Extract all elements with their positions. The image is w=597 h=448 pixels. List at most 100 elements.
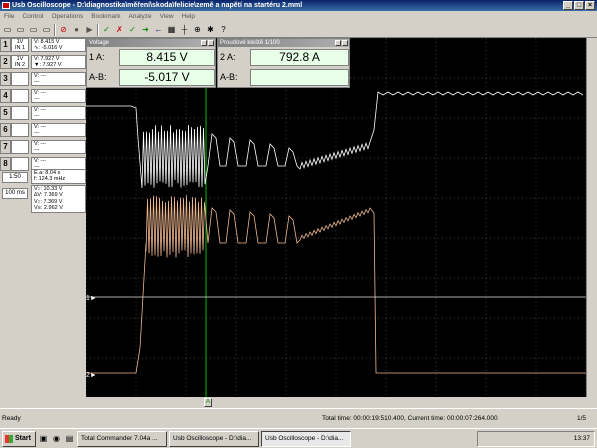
meter-close-button[interactable] [208,40,214,46]
channel-value-2: ∿: -5.016 V [34,45,85,51]
green-check-icon[interactable]: ✓ [127,24,138,35]
menu-control[interactable]: Control [18,11,47,22]
channel-row-1[interactable]: 1 1V IN 1 V: 8.415 V ∿: -5.016 V [0,38,86,52]
channel-value-2: --- [34,79,85,85]
start-button[interactable]: Start [2,431,36,447]
cursor-a-scroll-marker[interactable]: A [204,398,212,407]
channel-input-box[interactable] [11,89,29,103]
channel-values: V: --- --- [31,140,86,154]
menu-analyze[interactable]: Analyze [125,11,156,22]
current-meter-window[interactable]: Proudové kleště 1/100 2 A: 792.8 A A-B: [217,38,350,88]
voltage-meter-titlebar[interactable]: Voltage [87,39,215,47]
quicklaunch-browser-icon[interactable]: ◉ [51,433,62,444]
channel-input: IN 1 [12,45,28,51]
channel-number[interactable]: 2 [0,55,11,69]
menu-help[interactable]: Help [178,11,199,22]
channel-number[interactable]: 8 [0,157,11,171]
stop-icon[interactable]: ⊘ [58,24,69,35]
maximize-button[interactable]: □ [574,1,584,10]
waveform-canvas[interactable]: 1► 2► [86,38,586,397]
arrow-right-icon[interactable]: ➜ [140,24,151,35]
channel-input-box[interactable]: 1V IN 2 [11,55,29,69]
toolbar-separator [97,24,99,36]
channel-number[interactable]: 7 [0,140,11,154]
channel-input-box[interactable] [11,157,29,171]
channel-input-box[interactable] [11,106,29,120]
print-icon[interactable]: ▭ [41,24,52,35]
channel-row-7[interactable]: 7 V: --- --- [0,140,86,154]
channel-value-2: --- [34,96,85,102]
check-icon[interactable]: ✓ [101,24,112,35]
channel-number[interactable]: 6 [0,123,11,137]
channel-input-box[interactable] [11,140,29,154]
channel-row-2[interactable]: 2 1V IN 2 V: 7.927 V ▼: 7.927 V [0,55,86,69]
channel-input-box[interactable]: 1V IN 1 [11,38,29,52]
channel-row-5[interactable]: 5 V: --- --- [0,106,86,120]
play-icon[interactable]: ▶ [84,24,95,35]
voltage-meter-channel: 1 A: [89,51,105,64]
taskbar-item-oscilloscope-2[interactable]: Usb Oscilloscope - D:\dia... [261,431,351,447]
voltage-meter-window[interactable]: Voltage 1 A: 8.415 V A-B: -5.017 V [86,38,216,88]
scope-grid [86,38,586,397]
current-meter-titlebar[interactable]: Proudové kleště 1/100 [218,39,349,47]
channel-number[interactable]: 1 [0,38,11,52]
help-icon[interactable]: ? [218,24,229,35]
channel-input-box[interactable] [11,72,29,86]
open-icon[interactable]: ▭ [15,24,26,35]
toolbar: ▭ ▭ ▭ ▭ ⊘ ● ▶ ✓ ✗ ✓ ➜ ← ▦ ┼ ⊕ ✱ ? [0,22,597,38]
channel-row-4[interactable]: 4 V: --- --- [0,89,86,103]
status-text: Ready [2,415,21,422]
arrow-left-icon[interactable]: ← [153,24,164,35]
quicklaunch-desktop-icon[interactable]: ▣ [38,433,49,444]
ratio-select[interactable]: 1:50 [2,172,28,183]
horizontal-scrollbar[interactable]: A [86,397,586,408]
channel-values: V: --- --- [31,106,86,120]
voltage-ab-label: A-B: [89,71,107,84]
cursor-icon[interactable]: ┼ [179,24,190,35]
vertical-scrollbar[interactable] [586,38,597,397]
new-icon[interactable]: ▭ [2,24,13,35]
current-channel-number: 2 [220,52,225,62]
save-icon[interactable]: ▭ [28,24,39,35]
meter-minimize-button[interactable] [335,40,341,46]
voltage-meter-title: Voltage [89,40,109,46]
channel-values: V: --- --- [31,89,86,103]
channel-number[interactable]: 3 [0,72,11,86]
taskbar-item-oscilloscope-1[interactable]: Usb Oscilloscope - D:\dia... [169,431,259,447]
clock: 13:37 [574,435,590,442]
menu-bookmark[interactable]: Bookmark [87,11,124,22]
menu-file[interactable]: File [0,11,18,22]
frequency-info: Ε.a: 8.04 s f: 124.3 mHz [31,169,86,184]
system-tray: 13:37 [477,431,595,447]
channel-values: V: --- --- [31,72,86,86]
channel-values: V: 8.415 V ∿: -5.016 V [31,38,86,52]
settings-icon[interactable]: ✱ [205,24,216,35]
page-indicator: 1/5 [577,409,586,429]
channel-input-box[interactable] [11,123,29,137]
close-button[interactable]: × [585,1,595,10]
channel-number[interactable]: 4 [0,89,11,103]
meter-close-button[interactable] [342,40,348,46]
channel-row-6[interactable]: 6 V: --- --- [0,123,86,137]
menu-operations[interactable]: Operations [47,11,87,22]
voltage-info: V↕: 10.33 V ∆V: 7.369 V V↕: 7.369 V V≡: … [31,185,86,213]
taskbar-item-total-commander[interactable]: Total Commander 7.04a ... [77,431,167,447]
frequency-value: f: 124.3 mHz [34,176,85,182]
meter-minimize-button[interactable] [201,40,207,46]
timebase-select[interactable]: 100 ms [2,188,28,199]
channel-row-3[interactable]: 3 V: --- --- [0,72,86,86]
cross-icon[interactable]: ✗ [114,24,125,35]
menu-bar: File Control Operations Bookmark Analyze… [0,11,597,22]
menu-view[interactable]: View [156,11,178,22]
oscilloscope-display[interactable]: 1► 2► [86,38,586,397]
channel-input: IN 2 [12,62,28,68]
voltage-a-value: 8.415 V [119,49,215,66]
channel-value-2: --- [34,130,85,136]
channel-number[interactable]: 5 [0,106,11,120]
taskbar: Start ▣ ◉ ▤ Total Commander 7.04a ... Us… [0,428,597,448]
record-icon[interactable]: ● [71,24,82,35]
grid-icon[interactable]: ▦ [166,24,177,35]
quicklaunch-folder-icon[interactable]: ▤ [64,433,75,444]
minimize-button[interactable]: _ [563,1,573,10]
zoom-icon[interactable]: ⊕ [192,24,203,35]
